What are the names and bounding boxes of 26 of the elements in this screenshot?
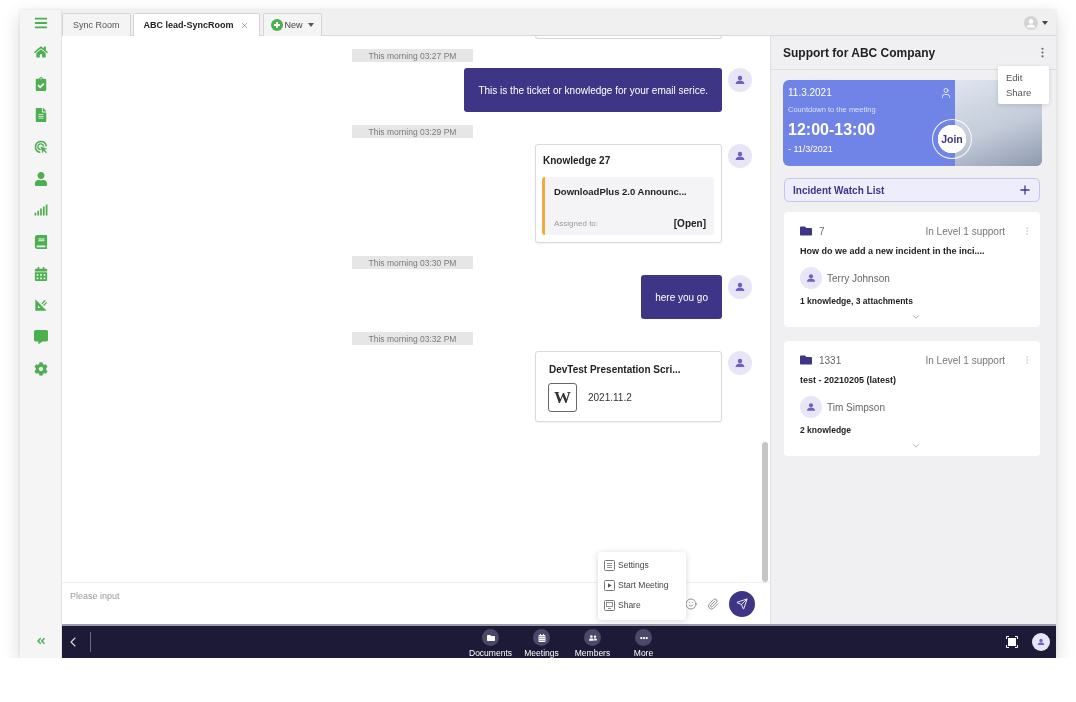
file-name: DevTest Presentation Scri...: [548, 363, 682, 377]
incident-number: 1331: [819, 354, 842, 366]
assignee-name: Terry Johnson: [827, 272, 890, 284]
message-bubble: here you go: [641, 275, 722, 319]
timestamp: This morning 03:30 PM: [352, 256, 473, 269]
timestamp: This morning 03:27 PM: [352, 49, 473, 62]
item-title: DownloadPlus 2.0 Announc...: [554, 186, 688, 197]
panel-title: Support for ABC Company: [783, 45, 936, 60]
timestamp: This morning 03:32 PM: [352, 332, 473, 345]
meeting-end-date: - 11/3/2021: [788, 144, 834, 155]
incident-status: In Level 1 support: [925, 225, 1005, 237]
incident-title: How do we add a new incident in the inci....: [800, 246, 986, 258]
incident-summary: 2 knowledge: [800, 425, 852, 436]
incident-summary: 1 knowledge, 3 attachments: [800, 296, 914, 307]
timestamp: This morning 03:29 PM: [352, 125, 473, 138]
incident-status: In Level 1 support: [925, 354, 1005, 366]
card-title: Knowledge 27: [542, 154, 612, 168]
file-date: 2021.11.2: [588, 392, 632, 403]
incident-title: test - 20210205 (latest): [800, 375, 898, 387]
assignee-name: Tim Simpson: [827, 401, 885, 413]
assigned-label: Assigned to:: [554, 219, 599, 228]
meeting-date: 11.3.2021: [788, 87, 832, 99]
status-label: [Open]: [673, 218, 706, 229]
message-bubble: This is the ticket or knowledge for your email serice.: [464, 68, 722, 112]
file-type-label: W: [548, 383, 577, 412]
incident-number: 7: [819, 225, 825, 237]
